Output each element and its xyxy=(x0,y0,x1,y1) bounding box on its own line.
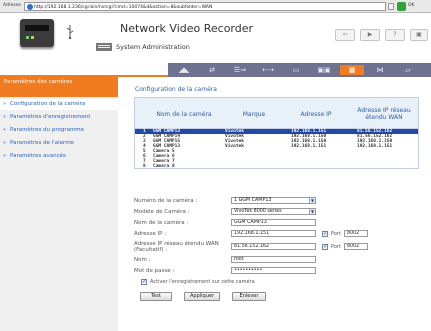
address-label: Adresse xyxy=(3,3,21,8)
browser-address-bar: Adresse http://192.168.1.236/cgi-bin/nvr… xyxy=(0,0,431,13)
table-header: Nom de la caméra Marque Adresse IP Adres… xyxy=(134,97,419,129)
chevron-down-icon: ▼ xyxy=(309,209,315,214)
column-header-brand: Marque xyxy=(242,110,266,118)
wan-port-input[interactable]: 8002 xyxy=(344,243,368,250)
ip-port-label: Port xyxy=(331,231,341,237)
password-label: Mot de passe : xyxy=(134,268,175,274)
column-header-wan: Adresse IP réseau étendu WAN xyxy=(357,107,411,121)
url-input[interactable]: http://192.168.1.236/cgi-bin/nvrcgi?cmd=… xyxy=(24,2,386,11)
sidebar-item-recording[interactable]: Paramètres d'enregistrement xyxy=(0,112,118,123)
sidebar-item-camera-config[interactable]: Configuration de la caméra xyxy=(0,99,118,110)
sidebar-item-label: Paramètres de l'alarme xyxy=(10,140,74,146)
enable-recording-label: Activer l'enregistrement sur cette camér… xyxy=(150,279,255,285)
sidebar-item-label: Paramètres avancés xyxy=(10,153,66,159)
password-input[interactable]: •••••••••• xyxy=(231,267,316,274)
wan-port-label: Port xyxy=(331,244,341,250)
apply-button[interactable]: Appliquer xyxy=(184,292,220,301)
page-subtitle: System Administration xyxy=(116,43,190,51)
model-value: VivoTek 8000 series xyxy=(234,209,282,214)
page-header: Network Video Recorder System Administra… xyxy=(0,13,431,63)
sidebar-item-alarm[interactable]: Paramètres de l'alarme xyxy=(0,138,118,149)
wan-address-label: Adresse IP réseau étendu WAN (Facultatif… xyxy=(134,241,219,253)
test-button[interactable]: Test xyxy=(140,292,172,301)
ip-address-label: Adresse IP : xyxy=(134,231,167,237)
export-icon[interactable]: ☰⇒ xyxy=(228,65,252,75)
sidebar-item-label: Paramètres du programme xyxy=(10,127,85,133)
main-panel: Configuration de la caméra Nom de la cam… xyxy=(118,77,431,331)
sidebar-item-label: Paramètres d'enregistrement xyxy=(10,114,91,120)
url-text: http://192.168.1.236/cgi-bin/nvrcgi?cmd=… xyxy=(34,4,213,10)
wan-port-checkbox[interactable] xyxy=(322,243,328,250)
column-header-name: Nom de la caméra xyxy=(156,110,212,118)
ip-address-input[interactable]: 192.168.1.151 xyxy=(231,230,316,237)
camera-table: Nom de la caméra Marque Adresse IP Adres… xyxy=(134,97,419,169)
camera-name-label: Nom de la caméra : xyxy=(134,220,189,226)
table-row[interactable]: 8 Camera 8 xyxy=(135,164,418,169)
help-button[interactable]: ? xyxy=(385,29,405,41)
sidebar-item-advanced[interactable]: Paramètres avancés xyxy=(0,151,118,162)
back-button[interactable]: ⇦ xyxy=(335,29,355,41)
column-header-ip: Adresse IP xyxy=(300,110,332,118)
connection-icon[interactable]: ⇠⇢ xyxy=(256,65,280,75)
username-label: Nom : xyxy=(134,257,151,263)
wan-address-input[interactable]: 81.56.152.162 xyxy=(231,243,316,250)
network-icon[interactable]: ◢◣ xyxy=(172,65,196,75)
sidebar-item-label: Configuration de la caméra xyxy=(10,101,86,107)
transfer-icon[interactable]: ⇄ xyxy=(200,65,224,75)
url-dropdown-button[interactable] xyxy=(388,3,394,10)
device-led xyxy=(26,36,29,39)
row-name: Camera 8 xyxy=(153,164,175,169)
nvr-device-icon xyxy=(20,19,54,47)
ip-port-input[interactable]: 8002 xyxy=(344,230,368,237)
table-body: 1 GGM CAMP13 Vivotek 192.168.1.151 81.56… xyxy=(134,129,419,169)
play-button[interactable]: ▶ xyxy=(360,29,380,41)
model-select[interactable]: VivoTek 8000 series ▼ xyxy=(231,208,316,215)
enable-recording-checkbox[interactable] xyxy=(141,278,147,285)
main-toolbar: ◢◣ ⇄ ☰⇒ ⇠⇢ ▭ ▣▣ ▦ ⋈ ▱ xyxy=(0,63,431,77)
remove-button[interactable]: Enlever xyxy=(232,292,266,301)
toolbar-strip: ◢◣ ⇄ ☰⇒ ⇠⇢ ▭ ▣▣ ▦ ⋈ ▱ xyxy=(168,63,431,77)
ip-port-checkbox[interactable] xyxy=(322,230,328,237)
chevron-down-icon: ▼ xyxy=(309,198,315,203)
username-input[interactable]: root xyxy=(231,256,316,263)
storage-icon[interactable]: ▱ xyxy=(396,65,420,75)
window-button[interactable]: ▣ xyxy=(410,29,428,41)
go-label[interactable]: OK xyxy=(408,3,415,8)
device-led xyxy=(31,36,34,39)
camera-config-icon[interactable]: ▦ xyxy=(340,65,364,75)
camera-number-label: Numéro de la caméra : xyxy=(134,198,198,204)
sidebar-header: Paramètres des caméras xyxy=(0,77,118,97)
model-label: Modèle de Caméra : xyxy=(134,209,190,215)
display-icon[interactable]: ▭ xyxy=(284,65,308,75)
row-number: 8 xyxy=(143,164,146,169)
section-title: Configuration de la caméra xyxy=(135,86,217,93)
cameras-icon[interactable]: ▣▣ xyxy=(312,65,336,75)
go-arrow-icon[interactable] xyxy=(397,2,406,11)
camera-number-select[interactable]: 1 GGM CAMP13 ▼ xyxy=(231,197,316,204)
browser-page-icon xyxy=(27,4,33,10)
sidebar: Paramètres des caméras Configuration de … xyxy=(0,77,118,331)
camera-name-input[interactable]: GGM CAMP13 xyxy=(231,219,316,226)
usb-icon xyxy=(66,25,74,39)
camera-number-value: 1 GGM CAMP13 xyxy=(234,198,272,203)
device-slot xyxy=(25,25,49,31)
sidebar-item-schedule[interactable]: Paramètres du programme xyxy=(0,125,118,136)
page-title: Network Video Recorder xyxy=(120,22,254,35)
admin-icon xyxy=(96,43,112,51)
mail-icon[interactable]: ⋈ xyxy=(368,65,392,75)
